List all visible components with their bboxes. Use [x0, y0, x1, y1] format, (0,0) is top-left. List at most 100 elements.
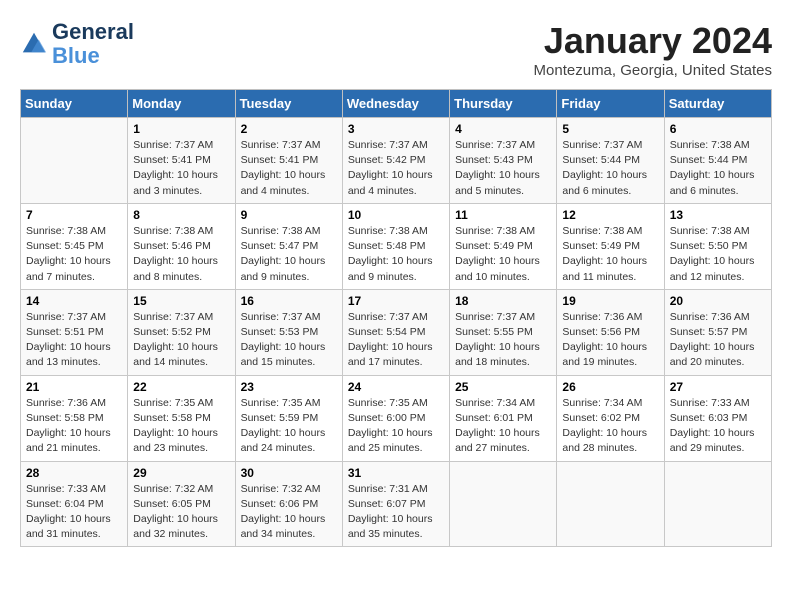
day-number: 26	[562, 380, 658, 394]
day-cell: 8 Sunrise: 7:38 AM Sunset: 5:46 PM Daylig…	[128, 203, 235, 289]
day-number: 12	[562, 208, 658, 222]
day-number: 31	[348, 466, 444, 480]
day-info: Sunrise: 7:37 AM Sunset: 5:41 PM Dayligh…	[133, 138, 229, 199]
day-info: Sunrise: 7:38 AM Sunset: 5:46 PM Dayligh…	[133, 224, 229, 285]
day-number: 7	[26, 208, 122, 222]
day-number: 11	[455, 208, 551, 222]
calendar-table: SundayMondayTuesdayWednesdayThursdayFrid…	[20, 89, 772, 547]
day-info: Sunrise: 7:33 AM Sunset: 6:03 PM Dayligh…	[670, 396, 766, 457]
day-number: 13	[670, 208, 766, 222]
day-info: Sunrise: 7:38 AM Sunset: 5:45 PM Dayligh…	[26, 224, 122, 285]
col-header-saturday: Saturday	[664, 90, 771, 118]
day-info: Sunrise: 7:32 AM Sunset: 6:06 PM Dayligh…	[241, 482, 337, 543]
day-info: Sunrise: 7:37 AM Sunset: 5:44 PM Dayligh…	[562, 138, 658, 199]
day-cell: 5 Sunrise: 7:37 AM Sunset: 5:44 PM Daylig…	[557, 118, 664, 204]
day-cell: 17 Sunrise: 7:37 AM Sunset: 5:54 PM Dayli…	[342, 289, 449, 375]
day-cell: 26Sunrise: 7:34 AM Sunset: 6:02 PM Dayli…	[557, 375, 664, 461]
day-number: 5	[562, 122, 658, 136]
day-cell: 25 Sunrise: 7:34 AM Sunset: 6:01 PM Dayli…	[450, 375, 557, 461]
day-number: 20	[670, 294, 766, 308]
day-info: Sunrise: 7:37 AM Sunset: 5:51 PM Dayligh…	[26, 310, 122, 371]
day-number: 27	[670, 380, 766, 394]
day-number: 21	[26, 380, 122, 394]
week-row-5: 28Sunrise: 7:33 AM Sunset: 6:04 PM Dayli…	[21, 461, 772, 547]
day-info: Sunrise: 7:37 AM Sunset: 5:55 PM Dayligh…	[455, 310, 551, 371]
day-cell: 31 Sunrise: 7:31 AM Sunset: 6:07 PM Dayli…	[342, 461, 449, 547]
day-number: 19	[562, 294, 658, 308]
day-cell	[557, 461, 664, 547]
day-info: Sunrise: 7:37 AM Sunset: 5:53 PM Dayligh…	[241, 310, 337, 371]
day-info: Sunrise: 7:35 AM Sunset: 5:59 PM Dayligh…	[241, 396, 337, 457]
day-number: 17	[348, 294, 444, 308]
logo: General Blue	[20, 20, 134, 68]
day-number: 2	[241, 122, 337, 136]
day-cell: 11Sunrise: 7:38 AM Sunset: 5:49 PM Dayli…	[450, 203, 557, 289]
title-block: January 2024 Montezuma, Georgia, United …	[534, 20, 772, 79]
logo-icon	[20, 30, 48, 58]
day-number: 8	[133, 208, 229, 222]
week-row-4: 21 Sunrise: 7:36 AM Sunset: 5:58 PM Dayli…	[21, 375, 772, 461]
week-row-3: 14Sunrise: 7:37 AM Sunset: 5:51 PM Dayli…	[21, 289, 772, 375]
day-info: Sunrise: 7:38 AM Sunset: 5:49 PM Dayligh…	[562, 224, 658, 285]
day-cell: 20 Sunrise: 7:36 AM Sunset: 5:57 PM Dayli…	[664, 289, 771, 375]
day-cell: 12 Sunrise: 7:38 AM Sunset: 5:49 PM Dayli…	[557, 203, 664, 289]
day-info: Sunrise: 7:37 AM Sunset: 5:52 PM Dayligh…	[133, 310, 229, 371]
location: Montezuma, Georgia, United States	[534, 62, 772, 79]
col-header-friday: Friday	[557, 90, 664, 118]
day-number: 29	[133, 466, 229, 480]
day-info: Sunrise: 7:37 AM Sunset: 5:43 PM Dayligh…	[455, 138, 551, 199]
day-number: 28	[26, 466, 122, 480]
day-cell: 6 Sunrise: 7:38 AM Sunset: 5:44 PM Daylig…	[664, 118, 771, 204]
day-number: 23	[241, 380, 337, 394]
day-info: Sunrise: 7:37 AM Sunset: 5:41 PM Dayligh…	[241, 138, 337, 199]
day-cell: 28Sunrise: 7:33 AM Sunset: 6:04 PM Dayli…	[21, 461, 128, 547]
day-cell: 9Sunrise: 7:38 AM Sunset: 5:47 PM Daylig…	[235, 203, 342, 289]
day-info: Sunrise: 7:32 AM Sunset: 6:05 PM Dayligh…	[133, 482, 229, 543]
day-number: 25	[455, 380, 551, 394]
day-cell: 4 Sunrise: 7:37 AM Sunset: 5:43 PM Daylig…	[450, 118, 557, 204]
day-info: Sunrise: 7:34 AM Sunset: 6:01 PM Dayligh…	[455, 396, 551, 457]
day-cell: 22Sunrise: 7:35 AM Sunset: 5:58 PM Dayli…	[128, 375, 235, 461]
day-number: 24	[348, 380, 444, 394]
day-number: 3	[348, 122, 444, 136]
day-info: Sunrise: 7:38 AM Sunset: 5:44 PM Dayligh…	[670, 138, 766, 199]
day-cell	[664, 461, 771, 547]
day-info: Sunrise: 7:38 AM Sunset: 5:50 PM Dayligh…	[670, 224, 766, 285]
day-cell: 23 Sunrise: 7:35 AM Sunset: 5:59 PM Dayli…	[235, 375, 342, 461]
day-cell: 19 Sunrise: 7:36 AM Sunset: 5:56 PM Dayli…	[557, 289, 664, 375]
day-number: 4	[455, 122, 551, 136]
day-info: Sunrise: 7:31 AM Sunset: 6:07 PM Dayligh…	[348, 482, 444, 543]
day-cell: 1 Sunrise: 7:37 AM Sunset: 5:41 PM Daylig…	[128, 118, 235, 204]
day-info: Sunrise: 7:37 AM Sunset: 5:42 PM Dayligh…	[348, 138, 444, 199]
day-info: Sunrise: 7:35 AM Sunset: 5:58 PM Dayligh…	[133, 396, 229, 457]
week-row-2: 7 Sunrise: 7:38 AM Sunset: 5:45 PM Daylig…	[21, 203, 772, 289]
month-title: January 2024	[534, 20, 772, 62]
day-number: 6	[670, 122, 766, 136]
page-header: General Blue January 2024 Montezuma, Geo…	[20, 20, 772, 79]
day-cell: 2 Sunrise: 7:37 AM Sunset: 5:41 PM Daylig…	[235, 118, 342, 204]
day-number: 1	[133, 122, 229, 136]
day-number: 10	[348, 208, 444, 222]
day-cell: 14Sunrise: 7:37 AM Sunset: 5:51 PM Dayli…	[21, 289, 128, 375]
col-header-tuesday: Tuesday	[235, 90, 342, 118]
day-cell: 21 Sunrise: 7:36 AM Sunset: 5:58 PM Dayli…	[21, 375, 128, 461]
day-info: Sunrise: 7:38 AM Sunset: 5:47 PM Dayligh…	[241, 224, 337, 285]
day-number: 18	[455, 294, 551, 308]
logo-text: General Blue	[52, 20, 134, 68]
day-info: Sunrise: 7:38 AM Sunset: 5:48 PM Dayligh…	[348, 224, 444, 285]
day-cell: 7 Sunrise: 7:38 AM Sunset: 5:45 PM Daylig…	[21, 203, 128, 289]
col-header-wednesday: Wednesday	[342, 90, 449, 118]
day-cell	[21, 118, 128, 204]
header-row: SundayMondayTuesdayWednesdayThursdayFrid…	[21, 90, 772, 118]
day-info: Sunrise: 7:36 AM Sunset: 5:57 PM Dayligh…	[670, 310, 766, 371]
col-header-sunday: Sunday	[21, 90, 128, 118]
day-info: Sunrise: 7:35 AM Sunset: 6:00 PM Dayligh…	[348, 396, 444, 457]
day-number: 16	[241, 294, 337, 308]
day-cell: 27 Sunrise: 7:33 AM Sunset: 6:03 PM Dayli…	[664, 375, 771, 461]
day-cell: 3 Sunrise: 7:37 AM Sunset: 5:42 PM Daylig…	[342, 118, 449, 204]
day-cell: 16 Sunrise: 7:37 AM Sunset: 5:53 PM Dayli…	[235, 289, 342, 375]
week-row-1: 1 Sunrise: 7:37 AM Sunset: 5:41 PM Daylig…	[21, 118, 772, 204]
day-info: Sunrise: 7:37 AM Sunset: 5:54 PM Dayligh…	[348, 310, 444, 371]
day-info: Sunrise: 7:36 AM Sunset: 5:58 PM Dayligh…	[26, 396, 122, 457]
day-info: Sunrise: 7:36 AM Sunset: 5:56 PM Dayligh…	[562, 310, 658, 371]
